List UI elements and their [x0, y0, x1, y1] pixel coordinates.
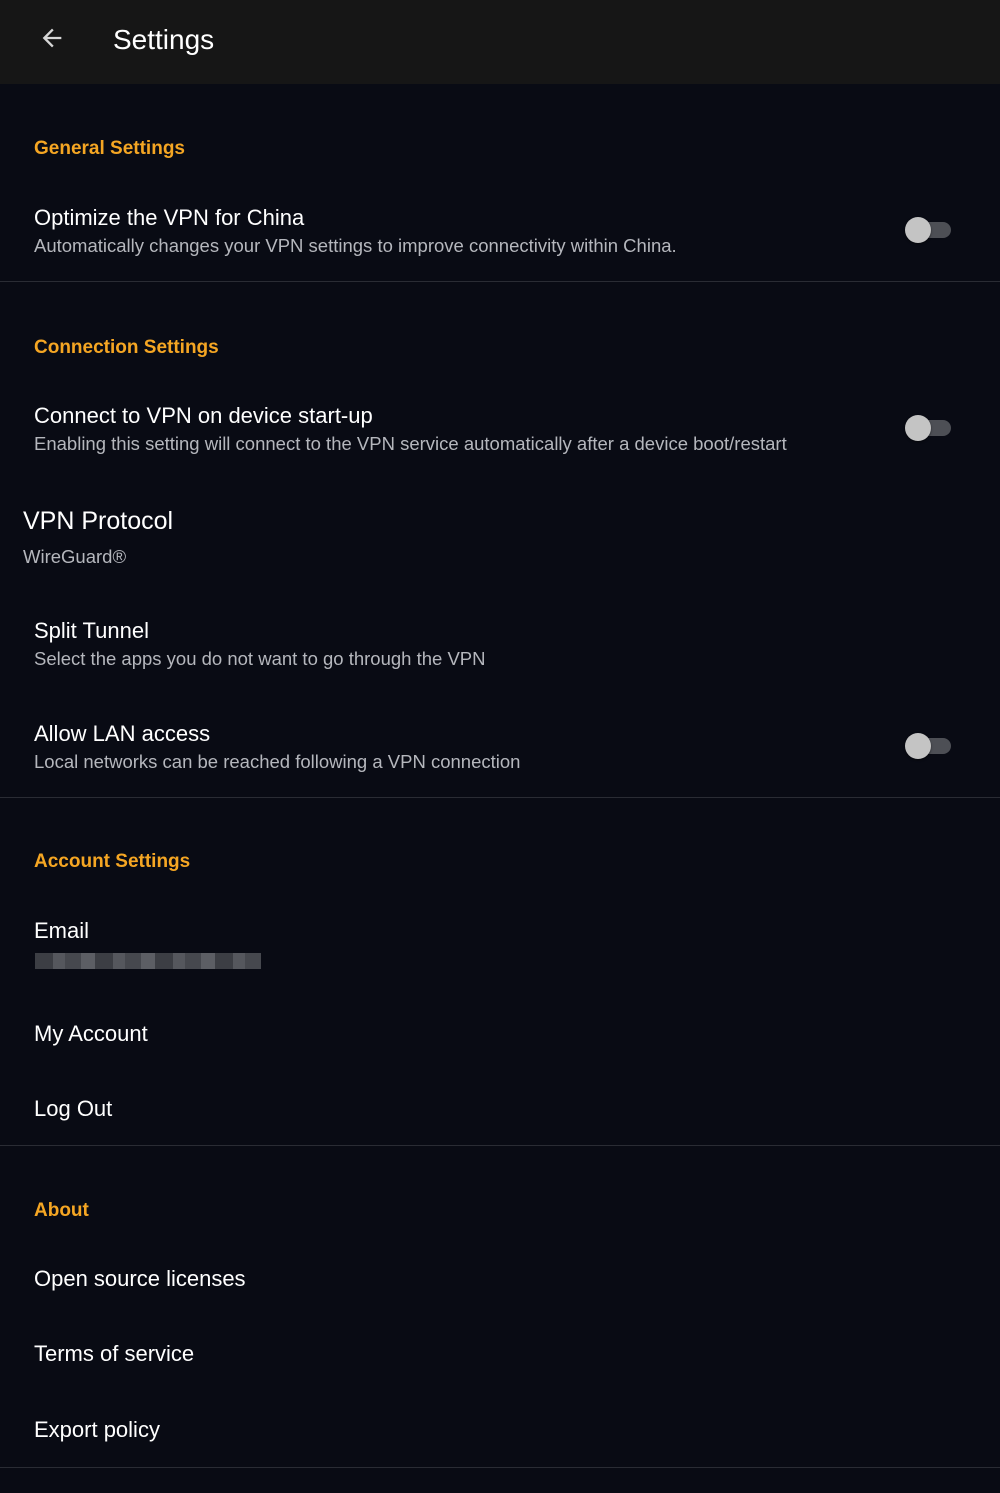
- page-title: Settings: [113, 24, 215, 55]
- setting-title: Open source licenses: [34, 1266, 246, 1291]
- setting-title: Allow LAN access: [34, 721, 211, 746]
- section-header-connection: Connection Settings: [34, 337, 219, 358]
- divider: [0, 797, 1000, 798]
- setting-title: Log Out: [34, 1096, 113, 1121]
- connect-on-startup-toggle[interactable]: [903, 415, 953, 441]
- toggle-thumb: [905, 415, 931, 441]
- optimize-china-toggle[interactable]: [903, 217, 953, 243]
- back-button[interactable]: [30, 18, 74, 62]
- divider: [0, 1467, 1000, 1468]
- divider: [0, 281, 1000, 282]
- setting-title: Email: [34, 918, 90, 943]
- setting-title: Export policy: [34, 1417, 160, 1442]
- setting-my-account[interactable]: My Account: [0, 1008, 1000, 1063]
- redacted-email: [35, 953, 261, 969]
- setting-subtitle: Enabling this setting will connect to th…: [34, 433, 787, 454]
- app-bar: Settings: [0, 0, 1000, 84]
- setting-subtitle: Automatically changes your VPN settings …: [34, 235, 677, 256]
- setting-subtitle: Select the apps you do not want to go th…: [34, 648, 486, 669]
- setting-connect-on-startup[interactable]: Connect to VPN on device start-up Enabli…: [0, 390, 1000, 470]
- section-header-general: General Settings: [34, 138, 185, 159]
- setting-subtitle: Local networks can be reached following …: [34, 751, 521, 772]
- setting-terms-of-service[interactable]: Terms of service: [0, 1328, 1000, 1383]
- setting-open-source-licenses[interactable]: Open source licenses: [0, 1253, 1000, 1308]
- setting-lan-access[interactable]: Allow LAN access Local networks can be r…: [0, 708, 1000, 788]
- toggle-thumb: [905, 217, 931, 243]
- arrow-left-icon: [38, 24, 66, 57]
- setting-split-tunnel[interactable]: Split Tunnel Select the apps you do not …: [0, 605, 1000, 685]
- setting-export-policy[interactable]: Export policy: [0, 1404, 1000, 1459]
- section-header-about: About: [34, 1200, 89, 1221]
- setting-title: Split Tunnel: [34, 618, 149, 643]
- setting-title: Connect to VPN on device start-up: [34, 403, 373, 428]
- divider: [0, 1145, 1000, 1146]
- setting-title: Optimize the VPN for China: [34, 205, 305, 230]
- setting-title: Terms of service: [34, 1341, 195, 1366]
- setting-vpn-protocol[interactable]: VPN Protocol WireGuard®: [0, 495, 1000, 580]
- vpn-protocol-value: WireGuard®: [23, 546, 127, 567]
- setting-title: VPN Protocol: [23, 507, 174, 535]
- setting-optimize-china[interactable]: Optimize the VPN for China Automatically…: [0, 190, 1000, 280]
- setting-title: My Account: [34, 1021, 148, 1046]
- setting-log-out[interactable]: Log Out: [0, 1083, 1000, 1138]
- toggle-thumb: [905, 733, 931, 759]
- section-header-account: Account Settings: [34, 851, 191, 872]
- lan-access-toggle[interactable]: [903, 733, 953, 759]
